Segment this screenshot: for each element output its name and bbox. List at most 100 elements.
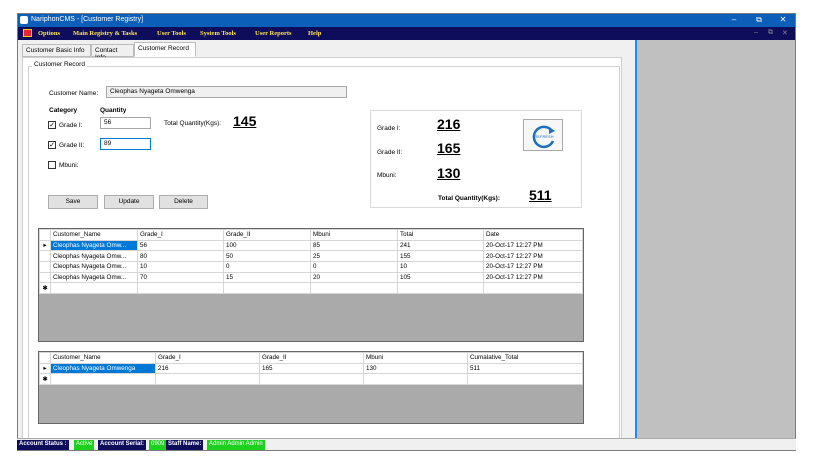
- tab-contact-info[interactable]: Contact Info: [91, 44, 134, 61]
- grade1-checkbox[interactable]: ✓: [48, 121, 56, 129]
- menu-user-tools[interactable]: User Tools: [157, 30, 186, 37]
- table-cell[interactable]: Cleophas Nyageta Omw...: [50, 250, 138, 263]
- column-header[interactable]: Mbuni: [363, 352, 468, 364]
- table-row[interactable]: Cleophas Nyageta Omw... 10 0 0 10 20-Oct…: [39, 261, 583, 273]
- table-cell[interactable]: Cleophas Nyageta Omwenga: [50, 362, 156, 375]
- row-header[interactable]: [39, 271, 51, 284]
- new-row[interactable]: ✱: [39, 282, 583, 295]
- child-minimize-icon[interactable]: –: [754, 29, 758, 36]
- new-row[interactable]: ✱: [39, 373, 583, 386]
- grade2-quantity-input[interactable]: 89: [100, 138, 151, 150]
- table-cell[interactable]: 216: [155, 362, 260, 375]
- table-cell[interactable]: 0: [310, 261, 398, 273]
- menu-options[interactable]: Options: [38, 30, 60, 37]
- table-cell[interactable]: 155: [397, 250, 484, 263]
- table-cell[interactable]: 105: [397, 271, 484, 284]
- column-header[interactable]: Customer_Name: [50, 352, 156, 364]
- row-header[interactable]: [39, 261, 51, 273]
- account-status-value: Active: [74, 440, 95, 450]
- column-header[interactable]: Cumalative_Total: [467, 352, 583, 364]
- table-cell[interactable]: [137, 282, 224, 295]
- child-restore-icon[interactable]: ⧉: [768, 29, 773, 37]
- table-cell[interactable]: 70: [137, 271, 224, 284]
- child-close-icon[interactable]: ✕: [782, 29, 788, 37]
- column-header[interactable]: Grade_II: [259, 352, 364, 364]
- table-cell[interactable]: 20-Oct-17 12:27 PM: [483, 239, 583, 252]
- mbuni-checkbox[interactable]: [48, 161, 56, 169]
- table-cell[interactable]: [155, 373, 260, 386]
- menu-main-registry[interactable]: Main Registry & Tasks: [73, 30, 137, 37]
- column-header[interactable]: Total: [397, 229, 484, 241]
- table-cell[interactable]: 241: [397, 239, 484, 252]
- table-cell[interactable]: 130: [363, 362, 468, 375]
- table-cell[interactable]: 25: [310, 250, 398, 263]
- table-cell[interactable]: 20-Oct-17 12:27 PM: [483, 250, 583, 263]
- table-row[interactable]: Cleophas Nyageta Omw... 80 50 25 155 20-…: [39, 250, 583, 263]
- column-header[interactable]: Customer_Name: [50, 229, 138, 241]
- table-cell[interactable]: [467, 373, 583, 386]
- table-cell[interactable]: [50, 282, 138, 295]
- table-cell[interactable]: [397, 282, 484, 295]
- table-cell[interactable]: 10: [397, 261, 484, 273]
- column-header[interactable]: Date: [483, 229, 583, 241]
- table-cell[interactable]: 20-Oct-17 12:27 PM: [483, 271, 583, 284]
- table-cell[interactable]: 100: [223, 239, 311, 252]
- tab-customer-basic-info[interactable]: Customer Basic Info: [22, 44, 91, 57]
- table-cell[interactable]: [483, 282, 583, 295]
- grade1-quantity-input[interactable]: 56: [100, 117, 151, 129]
- column-header[interactable]: Mbuni: [310, 229, 398, 241]
- app-icon: [20, 16, 28, 24]
- table-cell[interactable]: Cleophas Nyageta Omw...: [50, 239, 138, 252]
- customer-name-field[interactable]: Cleophas Nyageta Omwenga: [106, 86, 347, 98]
- account-serial-label: Account Serial:: [98, 440, 147, 450]
- right-pane: [635, 40, 795, 450]
- summary-grade1-label: Grade I:: [377, 125, 401, 132]
- table-cell[interactable]: [50, 373, 156, 386]
- table-cell[interactable]: 511: [467, 362, 583, 375]
- delete-button[interactable]: Delete: [159, 195, 208, 209]
- menu-system-tools[interactable]: System Tools: [200, 30, 236, 37]
- table-cell[interactable]: Cleophas Nyageta Omw...: [50, 271, 138, 284]
- customer-name-label: Customer Name:: [49, 90, 99, 97]
- table-cell[interactable]: Cleophas Nyageta Omw...: [50, 261, 138, 273]
- table-cell[interactable]: 0: [223, 261, 311, 273]
- update-button[interactable]: Update: [104, 195, 154, 209]
- column-header[interactable]: Grade_II: [223, 229, 311, 241]
- tab-customer-record[interactable]: Customer Record: [134, 42, 196, 57]
- table-cell[interactable]: 20: [310, 271, 398, 284]
- grade2-checkbox[interactable]: ✓: [48, 141, 56, 149]
- table-cell[interactable]: [223, 282, 311, 295]
- row-header[interactable]: [39, 250, 51, 263]
- close-icon[interactable]: ✕: [772, 15, 794, 24]
- table-cell[interactable]: 85: [310, 239, 398, 252]
- table-cell[interactable]: 10: [137, 261, 224, 273]
- records-grid[interactable]: Customer_Name Grade_I Grade_II Mbuni Tot…: [38, 228, 584, 342]
- menu-help[interactable]: Help: [308, 30, 321, 37]
- table-cell[interactable]: 56: [137, 239, 224, 252]
- column-header[interactable]: Grade_I: [137, 229, 224, 241]
- table-row[interactable]: ▸ Cleophas Nyageta Omwenga 216 165 130 5…: [39, 362, 583, 375]
- summary-panel: Grade I: 216 Grade II: 165 Mbuni: 130 To…: [370, 110, 582, 208]
- table-cell[interactable]: [363, 373, 468, 386]
- refresh-button[interactable]: REFRESH: [523, 119, 563, 151]
- total-quantity-value: 145: [233, 113, 257, 129]
- menu-user-reports[interactable]: User Reports: [255, 30, 292, 37]
- save-button[interactable]: Save: [48, 195, 98, 209]
- table-cell[interactable]: [259, 373, 364, 386]
- table-cell[interactable]: 80: [137, 250, 224, 263]
- column-header[interactable]: Grade_I: [155, 352, 260, 364]
- table-cell[interactable]: 165: [259, 362, 364, 375]
- grade2-label: Grade II:: [59, 142, 85, 149]
- table-row[interactable]: Cleophas Nyageta Omw... 70 15 20 105 20-…: [39, 271, 583, 284]
- table-cell[interactable]: 50: [223, 250, 311, 263]
- summary-grade2-value: 165: [437, 140, 461, 156]
- mdi-menu-icon[interactable]: [23, 29, 32, 37]
- minimize-icon[interactable]: –: [723, 15, 745, 24]
- table-cell[interactable]: 20-Oct-17 12:27 PM: [483, 261, 583, 273]
- table-row[interactable]: ▸ Cleophas Nyageta Omw... 56 100 85 241 …: [39, 239, 583, 252]
- summary-grid[interactable]: Customer_Name Grade_I Grade_II Mbuni Cum…: [38, 351, 584, 424]
- maximize-icon[interactable]: ⧉: [748, 15, 770, 25]
- grade1-label: Grade I:: [59, 122, 83, 129]
- table-cell[interactable]: [310, 282, 398, 295]
- table-cell[interactable]: 15: [223, 271, 311, 284]
